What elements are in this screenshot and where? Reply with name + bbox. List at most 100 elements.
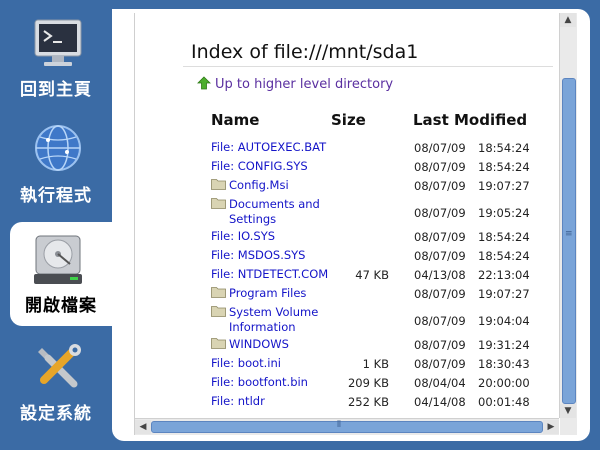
tools-icon: [38, 344, 81, 388]
folder-icon: [211, 306, 226, 317]
row-name: File: NTDETECT.COM: [211, 267, 329, 281]
table-row: Config.Msi 08/07/09 19:07:27: [211, 178, 551, 197]
content-panel: Index of file:///mnt/sda1 Up to higher l…: [112, 9, 590, 441]
vertical-scrollbar[interactable]: ▲ ≡ ▼: [559, 13, 577, 418]
folder-link[interactable]: WINDOWS: [229, 337, 289, 352]
row-date: 08/04/04: [414, 376, 466, 390]
row-time: 19:07:27: [478, 287, 530, 301]
folder-link[interactable]: Documents and Settings: [229, 197, 320, 227]
row-date: 08/07/09: [414, 287, 466, 301]
folder-icon: [211, 338, 226, 349]
row-name: File: IO.SYS: [211, 229, 276, 243]
table-row: System Volume Information 08/07/09 19:04:04: [211, 305, 551, 337]
horizontal-scrollbar[interactable]: ◀ ⦀ ▶: [135, 418, 559, 435]
table-row: File: ntldr 252 KB 04/14/08 00:01:48: [211, 394, 551, 413]
table-row: Documents and Settings 08/07/09 19:05:24: [211, 197, 551, 229]
divider: [183, 66, 553, 67]
up-arrow-icon: [197, 76, 211, 90]
table-row: WINDOWS 08/07/09 19:31:24: [211, 337, 551, 356]
sidebar-item-label: 執行程式: [20, 186, 92, 206]
grip-icon: ≡: [565, 229, 573, 239]
folder-link[interactable]: Config.Msi: [229, 178, 289, 193]
file-link[interactable]: File: IO.SYS: [211, 229, 275, 244]
row-name: File: CONFIG.SYS: [211, 159, 308, 173]
row-size: 209 KB: [347, 376, 389, 390]
row-name: File: ntldr: [211, 394, 265, 408]
table-row: File: CONFIG.SYS 08/07/09 18:54:24: [211, 159, 551, 178]
sidebar: 回到主頁 執行程式 開啟檔案 設定系統: [0, 0, 112, 450]
row-time: 18:54:24: [478, 230, 530, 244]
up-link-label: Up to higher level directory: [215, 77, 394, 92]
column-header-size: Size: [331, 111, 366, 129]
sidebar-item-apps[interactable]: 執行程式: [0, 112, 112, 216]
file-link[interactable]: File: AUTOEXEC.BAT: [211, 140, 326, 155]
scroll-down-icon[interactable]: ▼: [560, 404, 576, 418]
sidebar-item-label: 回到主頁: [20, 80, 92, 100]
up-directory-link[interactable]: Up to higher level directory: [197, 76, 393, 92]
row-name: Program Files: [229, 286, 307, 300]
row-name: File: boot.ini: [211, 356, 281, 370]
row-size: 47 KB: [355, 268, 389, 282]
table-row: File: AUTOEXEC.BAT 08/07/09 18:54:24: [211, 140, 551, 159]
row-time: 19:05:24: [478, 206, 530, 220]
row-name-line2: Settings: [229, 212, 277, 226]
row-name-line2: Information: [229, 320, 296, 334]
folder-icon: [211, 198, 226, 209]
file-link[interactable]: File: boot.ini: [211, 356, 281, 371]
sidebar-item-label: 設定系統: [20, 404, 92, 424]
horizontal-scroll-thumb[interactable]: ⦀: [151, 420, 543, 433]
folder-icon: [211, 287, 226, 298]
folder-link[interactable]: System Volume Information: [229, 305, 318, 335]
scrollbar-corner: [560, 418, 577, 435]
table-row: File: IO.SYS 08/07/09 18:54:24: [211, 229, 551, 248]
row-date: 08/07/09: [414, 338, 466, 352]
row-date: 08/07/09: [414, 160, 466, 174]
row-name: File: MSDOS.SYS: [211, 248, 306, 262]
sidebar-item-home[interactable]: 回到主頁: [0, 6, 112, 110]
row-size: 252 KB: [347, 395, 389, 409]
row-time: 20:00:00: [478, 376, 530, 390]
row-date: 08/07/09: [414, 314, 466, 328]
row-date: 08/07/09: [414, 249, 466, 263]
table-row: File: bootfont.bin 209 KB 08/04/04 20:00:00: [211, 375, 551, 394]
row-name: File: bootfont.bin: [211, 375, 308, 389]
file-link[interactable]: File: CONFIG.SYS: [211, 159, 308, 174]
scroll-up-icon[interactable]: ▲: [560, 13, 576, 27]
column-header-modified: Last Modified: [413, 111, 528, 129]
row-size: 1 KB: [362, 357, 389, 371]
globe-icon: [35, 125, 81, 171]
row-date: 04/13/08: [414, 268, 466, 282]
row-time: 18:54:24: [478, 160, 530, 174]
file-link[interactable]: File: NTDETECT.COM: [211, 267, 328, 282]
row-name: File: AUTOEXEC.BAT: [211, 140, 327, 154]
grip-icon: ⦀: [337, 420, 341, 430]
sidebar-item-files[interactable]: 開啟檔案: [10, 222, 112, 326]
row-date: 08/07/09: [414, 206, 466, 220]
page-title: Index of file:///mnt/sda1: [191, 41, 419, 63]
row-time: 18:54:24: [478, 249, 530, 263]
file-link[interactable]: File: ntldr: [211, 394, 265, 409]
directory-listing: Index of file:///mnt/sda1 Up to higher l…: [135, 13, 559, 419]
row-date: 08/07/09: [414, 357, 466, 371]
row-name: System Volume: [229, 305, 319, 319]
sidebar-item-settings[interactable]: 設定系統: [0, 330, 112, 434]
table-row: Program Files 08/07/09 19:07:27: [211, 286, 551, 305]
row-name: WINDOWS: [229, 337, 289, 351]
folder-icon: [211, 179, 226, 190]
scroll-right-icon[interactable]: ▶: [543, 420, 559, 434]
browser-view: Index of file:///mnt/sda1 Up to higher l…: [134, 13, 577, 435]
row-name: Documents and: [229, 197, 320, 211]
folder-link[interactable]: Program Files: [229, 286, 306, 301]
row-time: 18:54:24: [478, 141, 530, 155]
row-time: 19:04:04: [478, 314, 530, 328]
file-link[interactable]: File: bootfont.bin: [211, 375, 308, 390]
scroll-left-icon[interactable]: ◀: [135, 420, 151, 434]
row-time: 19:07:27: [478, 179, 530, 193]
table-row: File: MSDOS.SYS 08/07/09 18:54:24: [211, 248, 551, 267]
vertical-scroll-thumb[interactable]: ≡: [562, 78, 576, 404]
terminal-icon: [34, 19, 82, 66]
table-row: File: NTDETECT.COM 47 KB 04/13/08 22:13:04: [211, 267, 551, 286]
table-row: File: boot.ini 1 KB 08/07/09 18:30:43: [211, 356, 551, 375]
column-header-name: Name: [211, 111, 260, 129]
file-link[interactable]: File: MSDOS.SYS: [211, 248, 305, 263]
